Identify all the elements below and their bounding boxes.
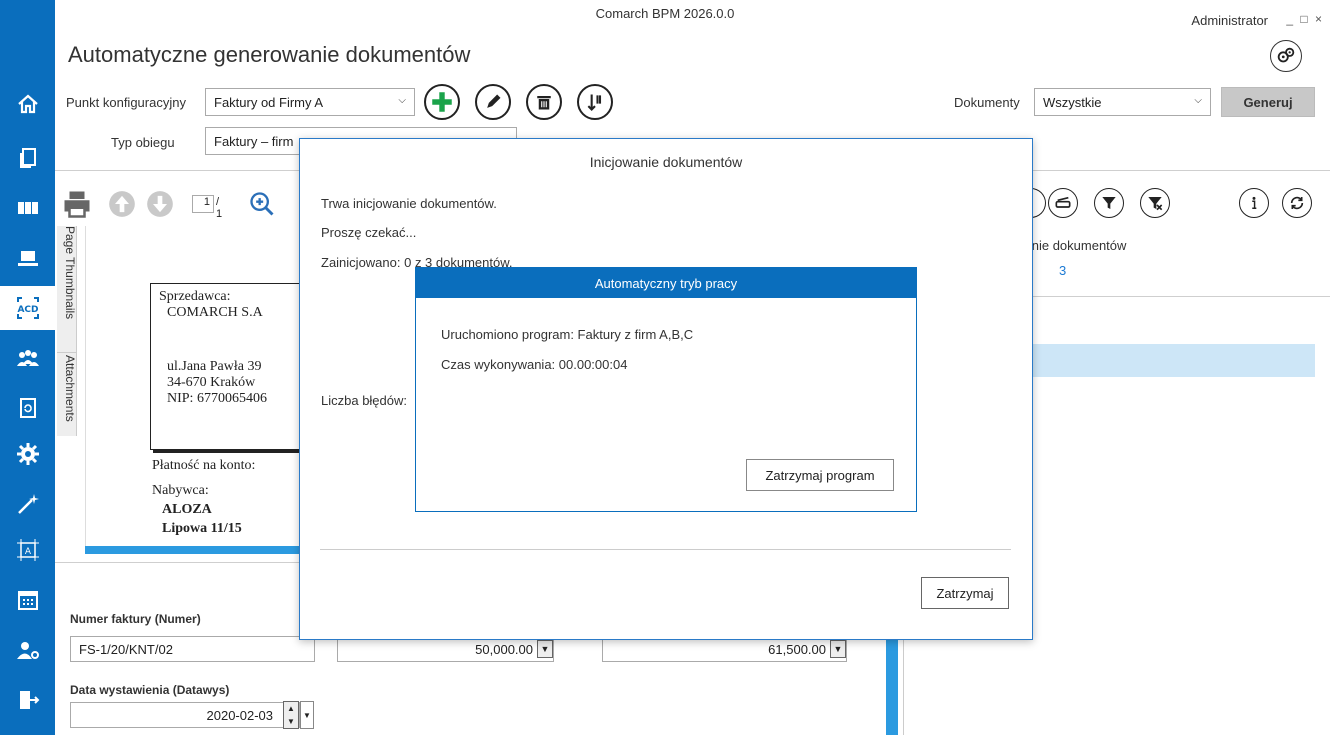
config-point-select[interactable]: Faktury od Firmy A ⌵ <box>205 88 415 116</box>
filter-button[interactable] <box>1094 188 1124 218</box>
gross-amount-spinner[interactable]: ▼ <box>830 640 846 658</box>
edit-button[interactable] <box>475 84 511 120</box>
home-icon[interactable] <box>0 82 55 126</box>
init-dialog-divider <box>320 549 1011 550</box>
stop-program-button[interactable]: Zatrzymaj program <box>746 459 894 491</box>
auto-mode-program: Uruchomiono program: Faktury z firm A,B,… <box>441 327 694 342</box>
gears-icon <box>1277 47 1295 63</box>
init-status: Trwa inicjowanie dokumentów. <box>321 196 497 211</box>
seller-box: Sprzedawca: COMARCH S.A ul.Jana Pawła 39… <box>150 283 310 450</box>
flow-type-label: Typ obiegu <box>111 135 175 150</box>
seller-nip: NIP: 6770065406 <box>167 391 267 406</box>
seller-heading: Sprzedawca: <box>159 289 231 304</box>
net-amount-spinner[interactable]: ▼ <box>537 640 553 658</box>
clear-filter-button[interactable] <box>1140 188 1170 218</box>
auto-mode-runtime: Czas wykonywania: 00.00:00:04 <box>441 357 628 372</box>
chevron-down-icon: ⌵ <box>398 95 406 106</box>
arrow-down-icon[interactable] <box>146 190 174 218</box>
svg-text:ACD: ACD <box>17 305 38 315</box>
users-icon[interactable] <box>0 336 55 380</box>
app-title: Comarch BPM 2026.0.0 <box>595 6 735 21</box>
gross-amount-value: 61,500.00 <box>768 641 826 657</box>
sort-button[interactable] <box>577 84 613 120</box>
pencil-icon <box>487 94 501 108</box>
net-amount-value: 50,000.00 <box>475 641 533 657</box>
laptop-icon[interactable] <box>0 236 55 280</box>
scanner-icon <box>1055 196 1071 208</box>
stop-button[interactable]: Zatrzymaj <box>921 577 1009 609</box>
right-panel-heading: vanie dokumentów <box>1018 238 1127 253</box>
arrow-up-icon[interactable] <box>108 190 136 218</box>
scanner-button[interactable] <box>1048 188 1078 218</box>
buyer-name: ALOZA <box>162 502 212 517</box>
refresh-button[interactable] <box>1282 188 1312 218</box>
sort-icon <box>587 94 602 111</box>
right-panel-count[interactable]: 3 <box>1059 263 1066 278</box>
page-title: Automatyczne generowanie dokumentów <box>68 42 471 67</box>
settings-button[interactable] <box>1270 40 1302 72</box>
issue-date-label: Data wystawienia (Datawys) <box>70 683 230 697</box>
auto-mode-title: Automatyczny tryb pracy <box>416 268 916 298</box>
issue-date-field[interactable]: 2020-02-03 <box>70 702 300 728</box>
auto-mode-dialog: Automatyczny tryb pracy Uruchomiono prog… <box>415 267 917 512</box>
tab-page-thumbnails[interactable]: Page Thumbnails <box>57 226 77 346</box>
filter-icon <box>1102 197 1116 209</box>
config-point-value: Faktury od Firmy A <box>214 94 324 110</box>
page-total: / 1 <box>216 196 223 220</box>
page-number-input[interactable]: 1 <box>192 195 214 213</box>
init-wait: Proszę czekać... <box>321 225 417 240</box>
seller-name: COMARCH S.A <box>167 305 263 320</box>
viewer-divider <box>55 562 300 563</box>
invoice-number-field[interactable]: FS-1/20/KNT/02 <box>70 636 315 662</box>
documents-icon[interactable] <box>0 136 55 180</box>
generate-button[interactable]: Generuj <box>1221 87 1315 117</box>
selected-row[interactable] <box>1012 344 1315 377</box>
gear-icon[interactable] <box>0 432 55 476</box>
ocr-icon[interactable]: ACD <box>0 286 55 330</box>
calendar-icon[interactable] <box>0 578 55 622</box>
date-spinner[interactable]: ▲ ▼ <box>283 701 299 729</box>
chevron-down-icon: ⌵ <box>1194 95 1202 106</box>
payment-label: Płatność na konto: <box>152 458 256 473</box>
user-name[interactable]: Administrator <box>1191 13 1268 28</box>
clear-filter-icon <box>1148 197 1163 211</box>
viewer-side-tabs: Page Thumbnails Attachments <box>57 226 77 436</box>
invoice-number-label: Numer faktury (Numer) <box>70 612 201 626</box>
info-icon <box>1252 196 1257 209</box>
logout-icon[interactable] <box>0 678 55 722</box>
buyer-street: Lipowa 11/15 <box>162 521 242 536</box>
zoom-in-icon[interactable] <box>248 190 276 218</box>
documents-select[interactable]: Wszystkie ⌵ <box>1034 88 1211 116</box>
viewer-scrollbar[interactable] <box>85 546 300 554</box>
trash-icon <box>537 96 551 110</box>
columns-icon[interactable] <box>0 186 55 230</box>
refresh-icon <box>1290 196 1304 210</box>
delete-button[interactable] <box>526 84 562 120</box>
date-picker-button[interactable]: ▼ <box>300 701 314 729</box>
documents-label: Dokumenty <box>954 95 1020 110</box>
panel-divider <box>903 640 904 735</box>
document-sync-icon[interactable] <box>0 386 55 430</box>
print-icon[interactable] <box>62 189 92 219</box>
window-controls[interactable]: _ □ × <box>1286 12 1324 26</box>
info-button[interactable] <box>1239 188 1269 218</box>
template-icon[interactable]: A <box>0 528 55 572</box>
init-errors: Liczba błędów: <box>321 393 407 408</box>
config-point-label: Punkt konfiguracyjny <box>66 95 186 110</box>
seller-street: ul.Jana Pawła 39 <box>167 359 262 374</box>
magic-wand-icon[interactable] <box>0 482 55 526</box>
form-scrollbar[interactable] <box>886 640 898 735</box>
add-button[interactable] <box>424 84 460 120</box>
plus-icon <box>432 92 452 112</box>
left-nav: ACD A <box>0 0 55 735</box>
flow-type-value: Faktury – firm <box>214 133 294 149</box>
right-panel-divider <box>1012 296 1330 297</box>
user-settings-icon[interactable] <box>0 628 55 672</box>
svg-text:A: A <box>24 547 31 557</box>
init-dialog-title: Inicjowanie dokumentów <box>589 154 743 170</box>
documents-value: Wszystkie <box>1043 94 1102 110</box>
seller-city: 34-670 Kraków <box>167 375 256 390</box>
tab-attachments[interactable]: Attachments <box>57 352 77 436</box>
buyer-heading: Nabywca: <box>152 483 209 498</box>
